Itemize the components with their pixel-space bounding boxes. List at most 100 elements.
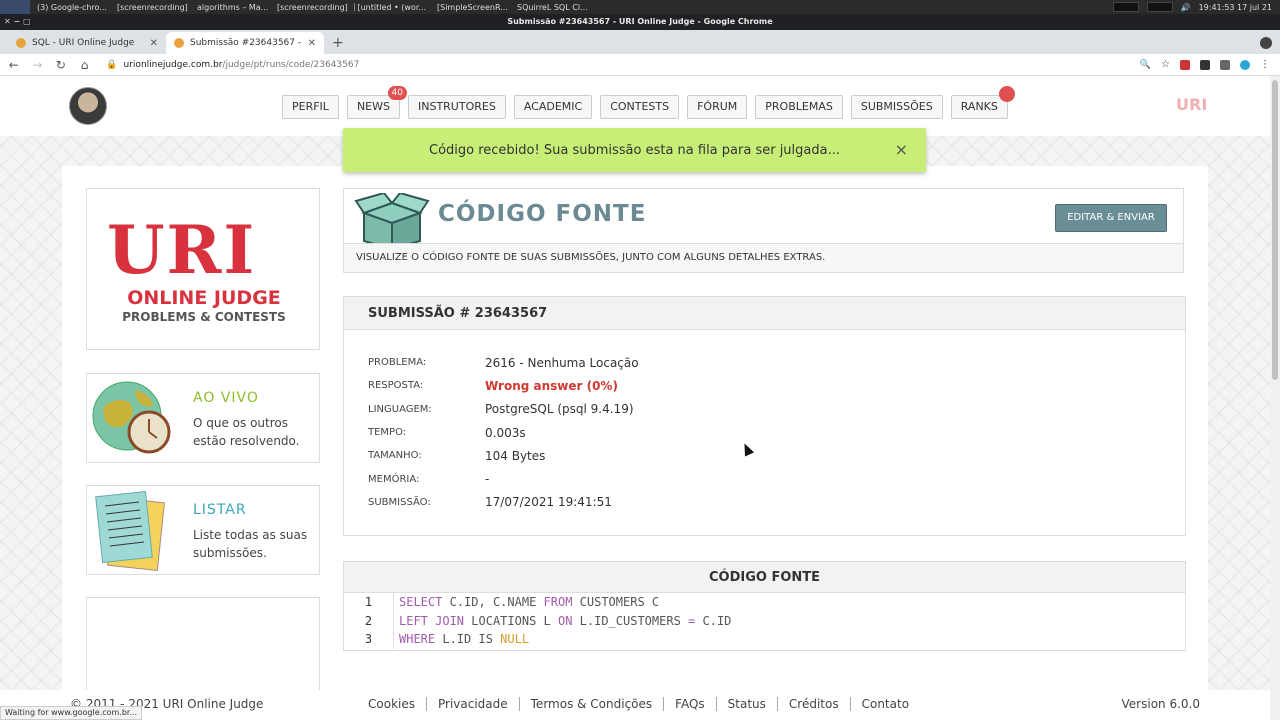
code-token: SELECT (399, 595, 443, 610)
code-token: LEFT JOIN (399, 613, 465, 628)
code-text: WHERE L.ID IS NULL (394, 632, 529, 646)
reload-icon[interactable]: ↻ (51, 58, 71, 72)
footer-link-status[interactable]: Status (715, 697, 777, 711)
document-list-icon (95, 491, 165, 571)
workspace-switcher[interactable] (1112, 2, 1139, 12)
page-scrollbar[interactable] (1270, 76, 1280, 720)
close-icon[interactable]: × (895, 140, 908, 159)
avatar[interactable] (69, 87, 107, 125)
scrollbar-thumb[interactable] (1272, 80, 1278, 380)
brand-logo-mini[interactable]: URI (1176, 95, 1207, 114)
code-token: WHERE (399, 632, 436, 647)
nav-item-perfil[interactable]: PERFIL (282, 95, 339, 119)
detail-label: RESPOSTA: (368, 380, 424, 392)
nav-item-academic[interactable]: ACADEMIC (513, 95, 593, 119)
footer-link-faqs[interactable]: FAQs (663, 697, 716, 711)
open-box-icon (354, 193, 430, 245)
taskbar-task[interactable]: (3) Google-chro... (30, 0, 110, 14)
nav-item-contests[interactable]: CONTESTS (600, 95, 680, 119)
taskbar-task[interactable]: SQuirreL SQL Cl... (510, 0, 590, 14)
os-taskbar: (3) Google-chro... [screenrecording] algor… (0, 0, 1280, 14)
nav-item-label: CONTESTS (610, 100, 670, 113)
url-path: /judge/pt/runs/code/23643567 (222, 59, 360, 70)
footer-links: Cookies Privacidade Termos & Condições FAQs… (368, 697, 920, 711)
extension-icon[interactable] (1180, 59, 1191, 70)
tab-label: Submissão #23643567 - URI O (190, 38, 302, 48)
nav-item-label: RANKS (960, 100, 998, 113)
footer-link-contato[interactable]: Contato (849, 697, 920, 711)
window-title: Submissão #23643567 - URI Online Judge -… (507, 17, 773, 26)
footer-link-termos-condi-es[interactable]: Termos & Condições (518, 697, 664, 711)
detail-row: PROBLEMA: 2616 - Nenhuma Locação (368, 351, 639, 374)
extension-icon[interactable] (1200, 59, 1211, 70)
volume-icon[interactable]: 🔊 (1181, 3, 1191, 12)
news-count-badge: 40 (387, 86, 407, 100)
line-number: 2 (344, 611, 394, 630)
close-icon[interactable]: ✕ (150, 38, 158, 49)
nav-item-f-rum[interactable]: FÓRUM (687, 95, 748, 119)
tab-submission[interactable]: Submissão #23643567 - URI O ✕ (166, 32, 324, 54)
notification-dot (998, 86, 1015, 102)
card-title: AO VIVO (193, 390, 259, 406)
home-icon[interactable]: ⌂ (75, 58, 95, 72)
nav-item-submiss-es[interactable]: SUBMISSÕES (850, 95, 943, 119)
taskbar-task[interactable]: [screenrecording] (270, 0, 350, 14)
tab-sql[interactable]: SQL - URI Online Judge ✕ (8, 32, 166, 54)
address-bar[interactable]: 🔒 urionlinejudge.com.br/judge/pt/runs/co… (102, 56, 1140, 74)
forward-icon[interactable]: → (28, 58, 48, 72)
line-number: 1 (344, 593, 394, 612)
extension-icon[interactable] (1240, 59, 1251, 70)
submission-details: PROBLEMA: 2616 - Nenhuma Locação RESPOSTA:… (368, 351, 639, 514)
window-controls-icon[interactable]: ✕ − ▢ (4, 14, 31, 30)
detail-label: LINGUAGEM: (368, 403, 432, 415)
nav-item-ranks[interactable]: RANKS (950, 86, 1015, 119)
footer-link-privacidade[interactable]: Privacidade (425, 697, 519, 711)
taskbar-tasks: (3) Google-chro... [screenrecording] algor… (30, 0, 590, 14)
uri-logo[interactable]: URI ONLINE JUDGE PROBLEMS & CONTESTS (86, 188, 320, 350)
taskbar-task[interactable]: [untitled • (wor... (350, 0, 430, 14)
footer-link-cookies[interactable]: Cookies (368, 697, 426, 711)
new-tab-button[interactable]: + (324, 32, 352, 54)
code-viewer[interactable]: 1 SELECT C.ID, C.NAME FROM CUSTOMERS C 2 LE… (344, 593, 1185, 649)
detail-label: PROBLEMA: (368, 357, 427, 369)
nav-item-instrutores[interactable]: INSTRUTORES (407, 95, 506, 119)
task-label: SQuirreL SQL Cl... (517, 2, 588, 12)
sidebar-card-live[interactable]: AO VIVO O que os outros estão resolvendo… (86, 373, 320, 463)
uri-favicon-icon (174, 38, 184, 48)
page-title: CÓDIGO FONTE (438, 201, 647, 227)
tab-search-icon[interactable] (1260, 37, 1272, 49)
detail-row: MEMÓRIA: - (368, 467, 639, 490)
nav-item-problemas[interactable]: PROBLEMAS (755, 95, 843, 119)
line-number: 3 (344, 630, 394, 649)
submission-heading: SUBMISSÃO # 23643567 (344, 297, 1185, 330)
menu-kebab-icon[interactable]: ⋮ (1260, 59, 1270, 70)
workspace-switcher[interactable] (1146, 2, 1173, 12)
back-icon[interactable]: ← (4, 58, 24, 72)
card-title: LISTAR (193, 502, 247, 518)
code-line: 2 LEFT JOIN LOCATIONS L ON L.ID_CUSTOMERS… (344, 611, 1185, 630)
code-text: SELECT C.ID, C.NAME FROM CUSTOMERS C (394, 595, 659, 609)
page: PERFIL NEWS 40 INSTRUTORES ACADEMIC CONTESTS F… (0, 76, 1270, 720)
close-icon[interactable]: ✕ (308, 38, 316, 49)
start-menu-button[interactable] (0, 0, 30, 14)
task-label: [SimpleScreenR... (437, 2, 508, 12)
taskbar-task[interactable]: algorithms – Ma... (190, 0, 270, 14)
detail-row: RESPOSTA: Wrong answer (0%) (368, 374, 639, 397)
nav-item-news[interactable]: NEWS 40 (346, 86, 407, 119)
detail-value: 0.003s (485, 425, 526, 440)
sidebar-card-list[interactable]: LISTAR Liste todas as suas submissões. (86, 485, 320, 575)
puzzle-icon[interactable] (1220, 59, 1231, 70)
edit-and-submit-button[interactable]: EDITAR & ENVIAR (1055, 204, 1167, 232)
tab-label: SQL - URI Online Judge (32, 38, 135, 48)
window-titlebar: ✕ − ▢ Submissão #23643567 - URI Online J… (0, 14, 1280, 30)
footer-link-cr-ditos[interactable]: Créditos (776, 697, 850, 711)
taskbar-task[interactable]: [SimpleScreenR... (430, 0, 510, 14)
bookmark-star-icon[interactable]: ☆ (1161, 59, 1170, 70)
task-label: (3) Google-chro... (37, 2, 107, 12)
detail-value: Wrong answer (0%) (485, 378, 618, 393)
toast-message: Código recebido! Sua submissão esta na f… (429, 142, 840, 158)
zoom-icon[interactable]: 🔍 (1140, 60, 1151, 70)
nav-item-label: SUBMISSÕES (860, 100, 933, 113)
code-token: ON (557, 613, 573, 628)
taskbar-task[interactable]: [screenrecording] (110, 0, 190, 14)
